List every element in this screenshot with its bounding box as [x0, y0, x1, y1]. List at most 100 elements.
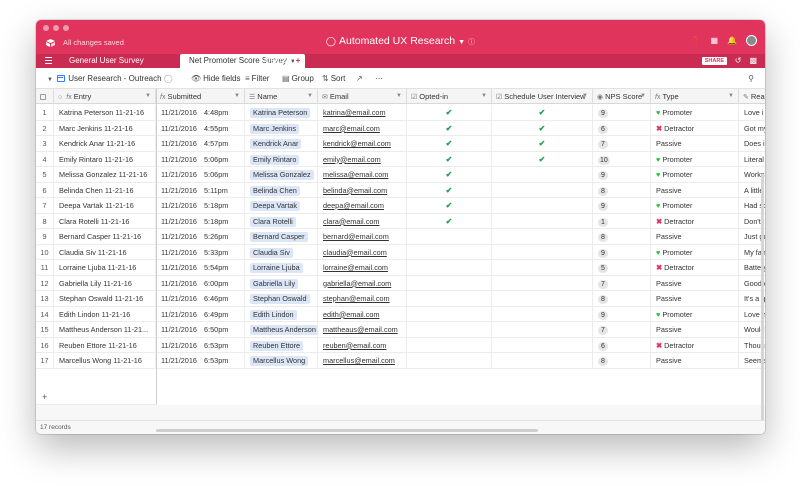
opted-in-cell[interactable] [407, 337, 492, 353]
email-cell[interactable]: claudia@email.com [318, 244, 407, 260]
email-cell[interactable]: melissa@email.com [318, 167, 407, 182]
email-cell[interactable]: bernard@email.com [318, 229, 407, 244]
vertical-scrollbar[interactable] [761, 174, 764, 434]
chevron-down-icon[interactable]: ▼ [307, 89, 313, 104]
type-cell[interactable]: Passive [651, 291, 739, 306]
reason-cell[interactable]: Literal [739, 152, 765, 167]
email-link[interactable]: clara@email.com [323, 217, 379, 226]
avatar[interactable] [746, 35, 757, 46]
share-button[interactable]: SHARE [701, 57, 727, 65]
row-number[interactable]: 4 [36, 151, 54, 167]
chevron-down-icon[interactable]: ▼ [582, 89, 588, 104]
entry-cell[interactable]: Marcellus Wong 11-21-16 [54, 353, 156, 368]
schedule-interview-cell[interactable] [492, 182, 593, 198]
submitted-date-cell[interactable]: 11/21/2016 [156, 307, 201, 322]
column-header-name[interactable]: ☰ Name ▼ [245, 89, 318, 104]
chevron-down-icon[interactable]: ▼ [728, 89, 734, 104]
type-cell[interactable]: Passive [651, 275, 739, 291]
opted-in-cell[interactable]: ✔ [407, 167, 492, 182]
table-row[interactable]: 12 Gabriella Lily 11-21-16 11/21/2016 6:00p… [36, 275, 765, 291]
name-cell[interactable]: Emily Rintaro [245, 151, 318, 167]
email-cell[interactable]: lorraine@email.com [318, 260, 407, 275]
email-cell[interactable]: stephan@email.com [318, 291, 407, 306]
chevron-down-icon[interactable]: ▼ [640, 89, 646, 104]
minimize-window-button[interactable] [53, 25, 59, 31]
name-cell[interactable]: Bernard Casper [245, 229, 318, 244]
linked-record-pill[interactable]: Marc Jenkins [250, 123, 299, 134]
table-row[interactable]: 16 Reuben Ettore 11-21-16 11/21/2016 6:53pm… [36, 337, 765, 353]
nps-score-cell[interactable]: 9 [593, 167, 651, 182]
submitted-time-cell[interactable]: 6:53pm [199, 353, 245, 368]
select-all-checkbox[interactable] [36, 89, 54, 104]
view-switcher[interactable]: ▼ User Research - Outreach ◯ [47, 68, 175, 89]
table-row[interactable]: 9 Bernard Casper 11-21-16 11/21/2016 5:26pm… [36, 229, 765, 245]
submitted-date-cell[interactable]: 11/21/2016 [156, 291, 201, 306]
schedule-interview-cell[interactable] [492, 260, 593, 275]
type-cell[interactable]: ✖ Detractor [651, 213, 739, 229]
name-cell[interactable]: Melissa Gonzalez [245, 167, 318, 182]
schedule-interview-cell[interactable]: ✔ [492, 120, 593, 136]
row-number[interactable]: 10 [36, 244, 54, 260]
submitted-time-cell[interactable]: 6:50pm [199, 322, 245, 337]
linked-record-pill[interactable]: Lorraine Ljuba [250, 263, 303, 273]
submitted-time-cell[interactable]: 4:57pm [199, 136, 245, 151]
submitted-time-cell[interactable]: 6:00pm [199, 275, 245, 291]
email-cell[interactable]: gabriella@email.com [318, 275, 407, 291]
submitted-time-cell[interactable]: 5:33pm [199, 244, 245, 260]
name-cell[interactable]: Kendrick Anar [245, 136, 318, 151]
submitted-time-cell[interactable]: 5:11pm [199, 182, 245, 198]
column-header-submitted[interactable]: fx Submitted ▼ [156, 89, 245, 104]
table-row[interactable]: 17 Marcellus Wong 11-21-16 11/21/2016 6:53p… [36, 353, 765, 369]
schedule-interview-cell[interactable]: ✔ [492, 151, 593, 167]
nps-score-cell[interactable]: 5 [593, 260, 651, 275]
opted-in-cell[interactable]: ✔ [407, 151, 492, 167]
tab-users[interactable]: Users [256, 54, 295, 68]
table-row[interactable]: 2 Marc Jenkins 11-21-16 11/21/2016 4:55pm Ma… [36, 120, 765, 136]
linked-record-pill[interactable]: Reuben Ettore [250, 340, 304, 351]
email-cell[interactable]: clara@email.com [318, 213, 407, 229]
type-cell[interactable]: Passive [651, 353, 739, 368]
submitted-time-cell[interactable]: 5:18pm [199, 213, 245, 229]
base-title[interactable]: ◯ Automated UX Research ▼ ⓘ [36, 35, 765, 47]
entry-cell[interactable]: Edith Lindon 11-21-16 [54, 306, 156, 322]
name-cell[interactable]: Lorraine Ljuba [245, 260, 318, 275]
entry-cell[interactable]: Bernard Casper 11-21-16 [54, 229, 156, 244]
chevron-down-icon[interactable]: ▼ [234, 89, 240, 104]
reason-cell[interactable]: Got my [739, 121, 765, 136]
name-cell[interactable]: Clara Rotelli [245, 213, 318, 229]
opted-in-cell[interactable] [407, 291, 492, 306]
email-cell[interactable]: mattheaus@email.com [318, 322, 407, 337]
submitted-date-cell[interactable]: 11/21/2016 [156, 121, 201, 136]
email-link[interactable]: claudia@email.com [323, 248, 387, 257]
linked-record-pill[interactable]: Marcellus Wong [250, 356, 309, 366]
nps-score-cell[interactable]: 8 [593, 182, 651, 198]
row-number[interactable]: 11 [36, 260, 54, 275]
column-header-opted-in[interactable]: ☑ Opted-in ▼ [407, 89, 492, 104]
entry-cell[interactable]: Emily Rintaro 11-21-16 [54, 151, 156, 167]
schedule-interview-cell[interactable] [492, 353, 593, 368]
chevron-down-icon[interactable]: ▼ [481, 89, 487, 104]
email-link[interactable]: marc@email.com [323, 124, 380, 133]
opted-in-cell[interactable]: ✔ [407, 136, 492, 151]
entry-cell[interactable]: Deepa Vartak 11-21-16 [54, 198, 156, 213]
name-cell[interactable]: Mattheus Anderson [245, 322, 318, 337]
name-cell[interactable]: Deepa Vartak [245, 198, 318, 213]
linked-record-pill[interactable]: Claudia Siv [250, 247, 293, 258]
opted-in-cell[interactable]: ✔ [407, 213, 492, 229]
row-number[interactable]: 17 [36, 353, 54, 368]
email-link[interactable]: bernard@email.com [323, 232, 389, 241]
row-number[interactable]: 12 [36, 275, 54, 291]
opted-in-cell[interactable] [407, 244, 492, 260]
search-button[interactable]: ⚲ [748, 68, 756, 89]
entry-cell[interactable]: Lorraine Ljuba 11-21-16 [54, 260, 156, 275]
row-number[interactable]: 5 [36, 167, 54, 182]
row-number[interactable]: 13 [36, 291, 54, 306]
table-row[interactable]: 5 Melissa Gonzalez 11-21-16 11/21/2016 5:06… [36, 167, 765, 183]
table-row[interactable]: 1 Katrina Peterson 11-21-16 11/21/2016 4:48… [36, 105, 765, 121]
schedule-interview-cell[interactable] [492, 291, 593, 306]
sort-button[interactable]: ⇅ Sort [322, 68, 345, 89]
opted-in-cell[interactable]: ✔ [407, 198, 492, 213]
bell-icon[interactable]: 🔔 [727, 36, 737, 45]
type-cell[interactable]: Passive [651, 136, 739, 151]
email-cell[interactable]: katrina@email.com [318, 105, 407, 120]
